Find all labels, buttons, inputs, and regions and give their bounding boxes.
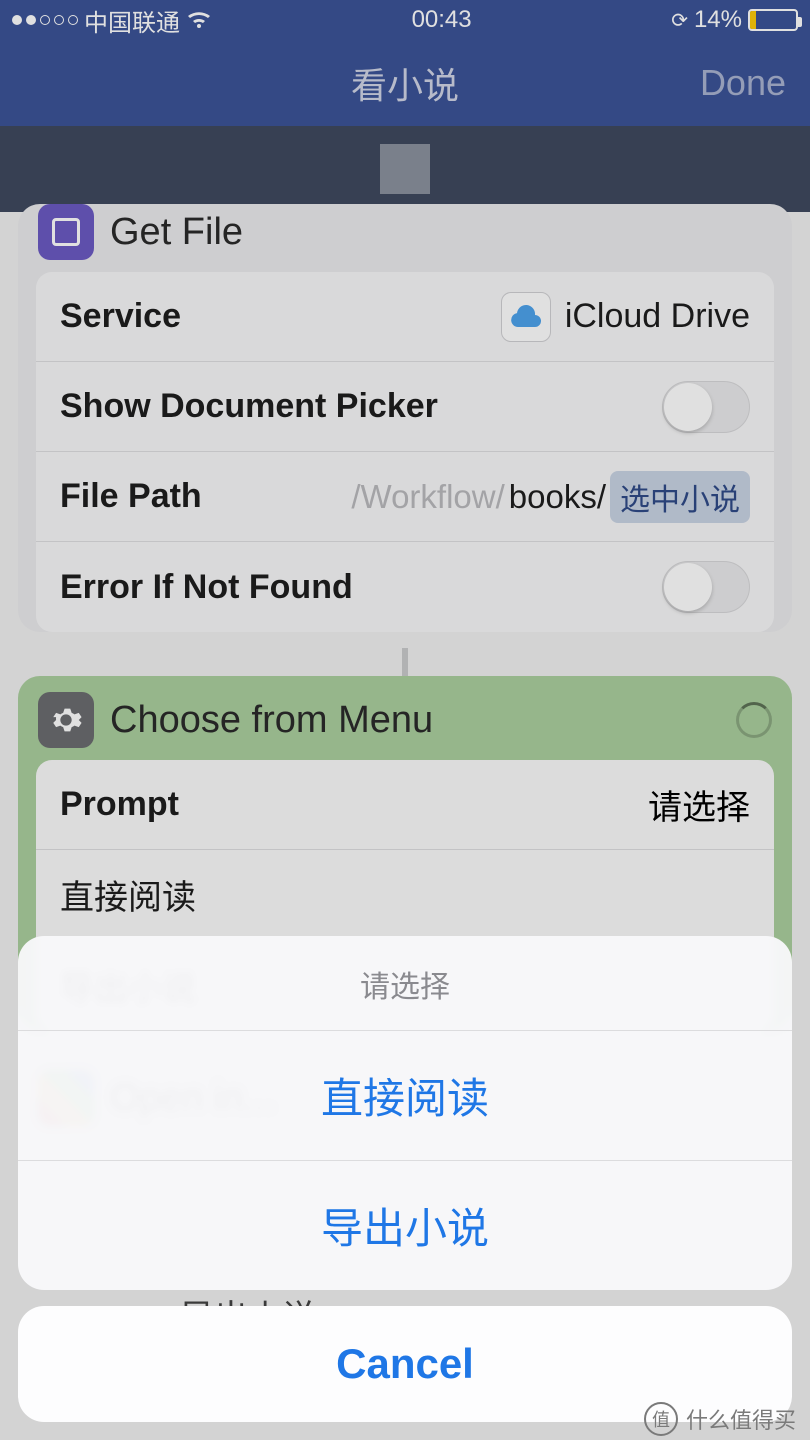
row-service[interactable]: Service iCloud Drive — [36, 272, 774, 362]
action-title: Get File — [110, 211, 243, 254]
row-error-not-found: Error If Not Found — [36, 542, 774, 632]
prompt-label: Prompt — [60, 785, 179, 824]
sheet-option-export[interactable]: 导出小说 — [18, 1161, 792, 1290]
sheet-option-read[interactable]: 直接阅读 — [18, 1031, 792, 1161]
wifi-icon — [186, 10, 212, 30]
path-prefix: /Workflow/ — [351, 478, 504, 516]
sheet-title: 请选择 — [18, 936, 792, 1031]
toolbar-stop-icon[interactable] — [380, 144, 430, 194]
error-label: Error If Not Found — [60, 568, 353, 607]
toolbar — [0, 126, 810, 212]
path-variable-token[interactable]: 选中小说 — [610, 471, 750, 523]
done-button[interactable]: Done — [700, 62, 786, 104]
watermark-text: 什么值得买 — [686, 1403, 796, 1435]
icloud-icon — [501, 292, 551, 342]
picker-label: Show Document Picker — [60, 387, 438, 426]
row-prompt[interactable]: Prompt 请选择 — [36, 760, 774, 850]
rotation-lock-icon: ⟳ — [671, 8, 688, 33]
error-toggle[interactable] — [662, 561, 750, 613]
file-action-icon — [38, 204, 94, 260]
gear-icon — [38, 692, 94, 748]
clock: 00:43 — [412, 6, 472, 34]
row-file-path[interactable]: File Path /Workflow/ books/ 选中小说 — [36, 452, 774, 542]
action-sheet: 请选择 直接阅读 导出小说 Cancel — [18, 936, 792, 1422]
status-bar: 中国联通 00:43 ⟳ 14% — [0, 0, 810, 40]
prompt-value: 请选择 — [648, 780, 750, 829]
watermark-icon: 值 — [644, 1402, 678, 1436]
connector-line — [402, 648, 408, 678]
menu-item-label: 直接阅读 — [60, 870, 196, 919]
action-get-file: Get File Service iCloud Drive Show Docum… — [18, 204, 792, 632]
menu-action-title: Choose from Menu — [110, 699, 433, 742]
page-title: 看小说 — [351, 57, 459, 109]
row-document-picker: Show Document Picker — [36, 362, 774, 452]
watermark: 值 什么值得买 — [644, 1402, 796, 1436]
service-value: iCloud Drive — [565, 297, 750, 336]
carrier-label: 中国联通 — [84, 3, 180, 38]
spinner-icon — [736, 702, 772, 738]
battery-icon — [748, 9, 798, 31]
nav-bar: 看小说 Done — [0, 40, 810, 126]
menu-item[interactable]: 直接阅读 — [36, 850, 774, 940]
picker-toggle[interactable] — [662, 381, 750, 433]
path-label: File Path — [60, 477, 202, 516]
path-folder: books/ — [509, 478, 606, 516]
signal-dots-icon — [12, 15, 78, 25]
service-label: Service — [60, 297, 181, 336]
battery-pct: 14% — [694, 6, 742, 34]
